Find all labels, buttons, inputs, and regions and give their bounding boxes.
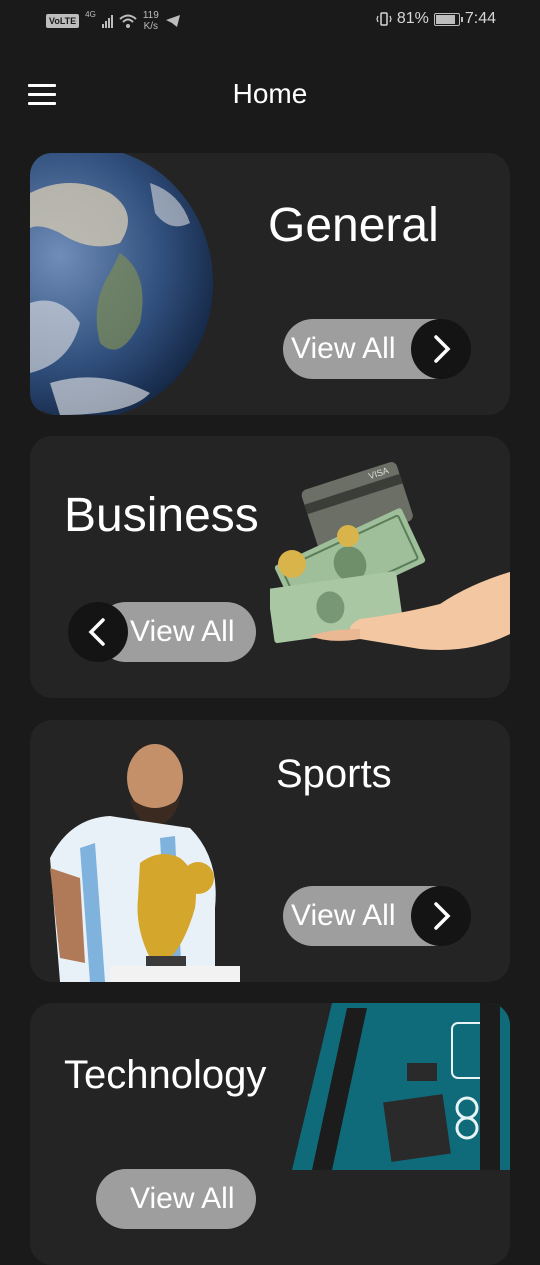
app-bar: Home [0,60,540,130]
wifi-icon [119,14,137,28]
view-all-button[interactable]: View All [283,319,471,379]
view-all-label: View All [291,899,396,932]
category-card-general[interactable]: General View All [30,153,510,415]
view-all-button[interactable]: View All [283,886,471,946]
card-title: Business [64,489,259,542]
view-all-label: View All [130,1182,235,1215]
money-hand-image: VISA [270,462,510,650]
category-card-sports[interactable]: Sports View All [30,720,510,982]
clock: 7:44 [464,10,496,27]
view-all-button[interactable]: View All [68,602,256,662]
page-title: Home [232,78,308,109]
arduino-board-image [292,1003,510,1170]
network-type: 4G [85,10,96,19]
chevron-right-icon[interactable] [411,319,471,379]
category-card-business[interactable]: Business View All VISA [30,436,510,698]
volte-indicator: VoLTE [46,14,80,28]
status-bar: VoLTE 4G 119 K/s 81% 7:44 [0,0,540,44]
vibrate-icon [376,12,392,26]
footballer-trophy-image [50,742,240,982]
signal-icon [101,14,113,28]
network-speed: 119 K/s [143,10,159,32]
view-all-label: View All [130,615,235,648]
card-title: General [268,199,439,252]
chevron-left-icon[interactable] [68,602,128,662]
card-title: Technology [64,1053,267,1097]
card-title: Sports [276,752,392,796]
battery-icon [433,12,463,26]
speed-unit: K/s [143,21,159,32]
chevron-right-icon[interactable] [411,886,471,946]
speed-value: 119 [142,10,159,21]
view-all-button[interactable]: View All [68,1169,256,1229]
earth-image [30,153,213,415]
telegram-icon [165,15,180,27]
category-card-technology[interactable]: Technology View All [30,1003,510,1265]
view-all-label: View All [291,332,396,365]
battery-percent: 81% [396,10,429,27]
